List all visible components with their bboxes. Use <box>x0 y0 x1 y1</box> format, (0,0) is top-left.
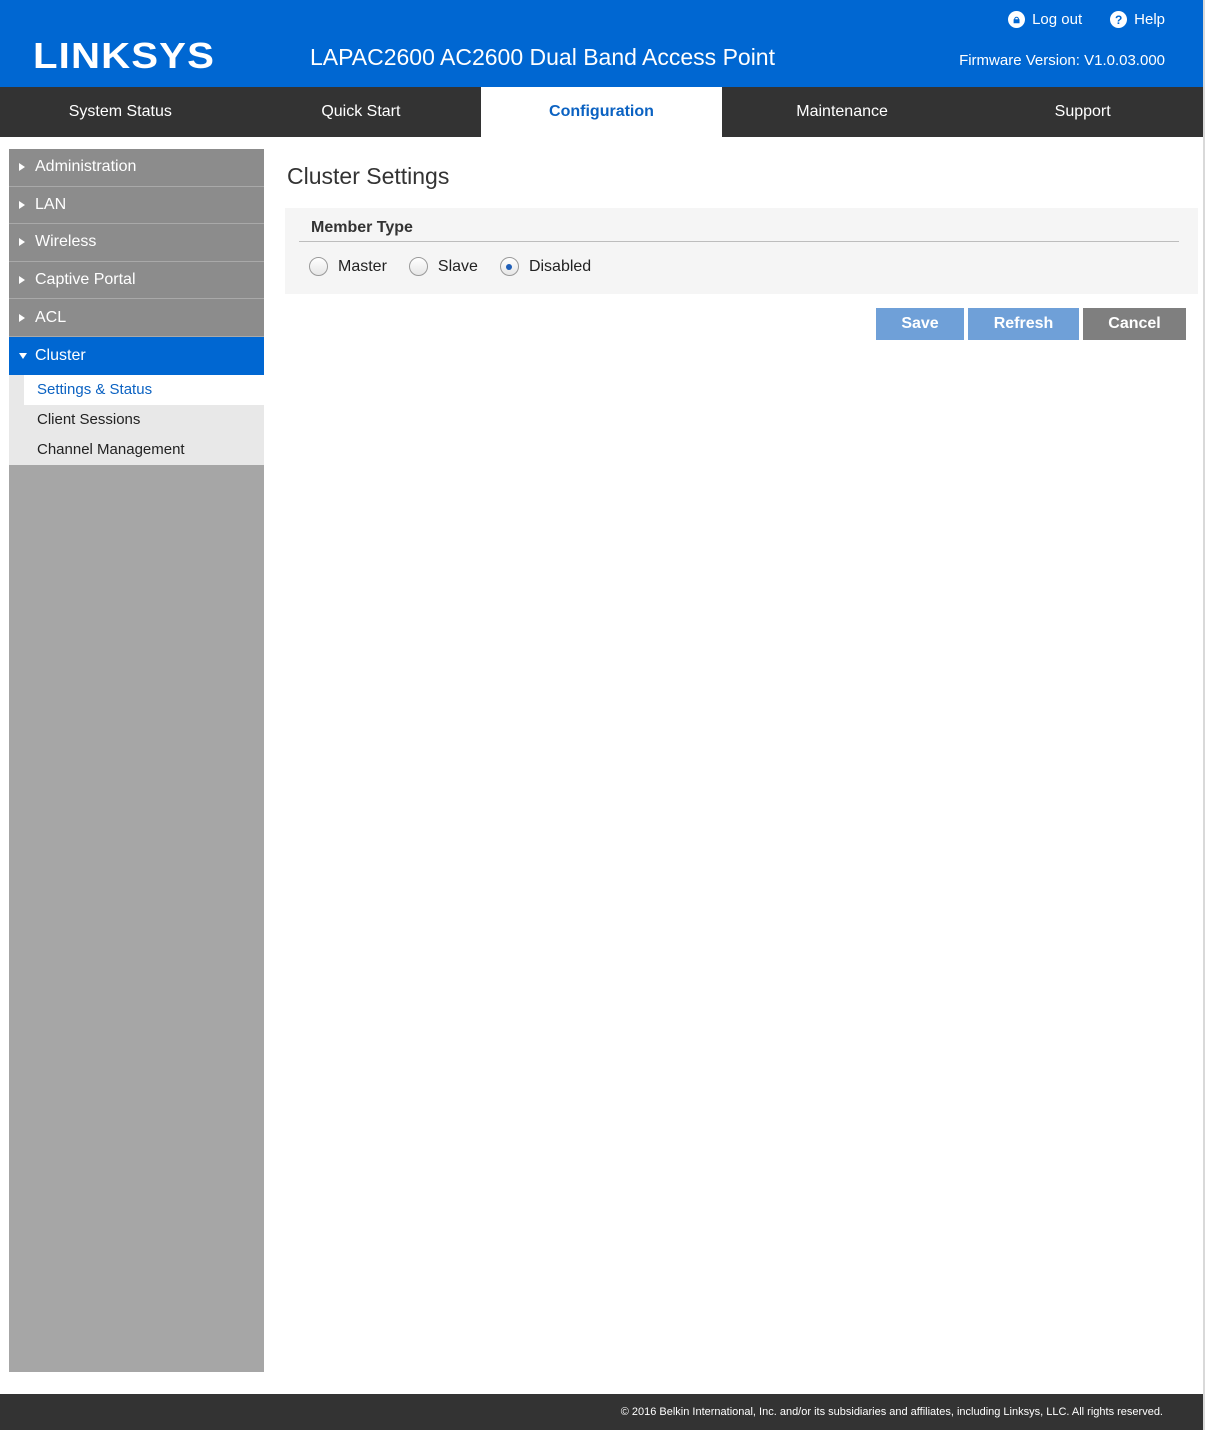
page-title: Cluster Settings <box>287 163 450 189</box>
caret-right-icon <box>19 313 25 322</box>
linksys-logo: LINKSYS <box>33 37 215 73</box>
radio-label: Slave <box>437 257 478 275</box>
tab-quick-start[interactable]: Quick Start <box>241 87 482 137</box>
cancel-button[interactable]: Cancel <box>1083 308 1186 340</box>
submenu-channel-management[interactable]: Channel Management <box>9 435 264 465</box>
product-title: LAPAC2600 AC2600 Dual Band Access Point <box>310 44 775 70</box>
sidebar-item-label: Wireless <box>35 233 97 251</box>
sidebar-item-label: Cluster <box>35 346 86 364</box>
submenu-client-sessions[interactable]: Client Sessions <box>9 405 264 435</box>
main-nav: System Status Quick Start Configuration … <box>0 87 1203 137</box>
logout-link[interactable]: 🔒︎ Log out <box>1008 11 1082 28</box>
logo-text: LINKSYS <box>33 37 215 73</box>
cluster-submenu: Settings & Status Client Sessions Channe… <box>9 374 264 465</box>
sidebar-item-wireless[interactable]: Wireless <box>9 224 264 262</box>
help-label: Help <box>1134 11 1165 28</box>
radio-button[interactable] <box>408 257 428 276</box>
sidebar-item-label: Administration <box>35 158 137 176</box>
sidebar-item-captive-portal[interactable]: Captive Portal <box>9 261 264 300</box>
radio-slave[interactable]: Slave <box>408 257 478 276</box>
sidebar-item-label: Captive Portal <box>35 271 136 289</box>
footer: © 2016 Belkin International, Inc. and/or… <box>0 1394 1203 1430</box>
sidebar-item-lan[interactable]: LAN <box>9 186 264 225</box>
radio-button[interactable] <box>309 257 328 276</box>
radio-disabled[interactable]: Disabled <box>499 257 592 276</box>
copyright-text: © 2016 Belkin International, Inc. and/or… <box>620 1406 1163 1418</box>
member-type-panel: Member Type Master Slave Disabled <box>285 208 1198 294</box>
tab-maintenance[interactable]: Maintenance <box>722 87 963 137</box>
member-type-heading: Member Type <box>311 219 413 236</box>
tab-support[interactable]: Support <box>962 87 1203 137</box>
firmware-version: Firmware Version: V1.0.03.000 <box>959 52 1165 69</box>
sidebar: Administration LAN Wireless Captive Port… <box>9 149 264 1372</box>
sidebar-item-acl[interactable]: ACL <box>9 299 264 337</box>
refresh-button[interactable]: Refresh <box>968 308 1079 340</box>
tab-system-status[interactable]: System Status <box>0 87 241 137</box>
caret-right-icon <box>19 238 25 247</box>
sidebar-item-label: ACL <box>35 308 67 326</box>
logout-label: Log out <box>1032 11 1083 28</box>
member-type-options: Master Slave Disabled <box>309 257 613 276</box>
caret-down-icon <box>19 352 27 359</box>
help-icon: ? <box>1110 11 1128 28</box>
radio-label: Master <box>338 257 387 275</box>
sidebar-item-cluster[interactable]: Cluster <box>9 336 264 375</box>
header: LINKSYS LAPAC2600 AC2600 Dual Band Acces… <box>0 0 1203 87</box>
lock-icon: 🔒︎ <box>1008 11 1026 28</box>
help-link[interactable]: ? Help <box>1110 11 1165 28</box>
radio-dot-icon <box>506 263 513 270</box>
caret-right-icon <box>19 163 25 172</box>
caret-right-icon <box>19 200 25 209</box>
sidebar-item-label: LAN <box>35 195 67 213</box>
submenu-settings-status[interactable]: Settings & Status <box>24 374 264 405</box>
divider <box>299 241 1179 242</box>
radio-master[interactable]: Master <box>309 257 387 276</box>
radio-label: Disabled <box>528 257 592 275</box>
sidebar-item-administration[interactable]: Administration <box>9 149 264 187</box>
tab-configuration[interactable]: Configuration <box>481 87 722 137</box>
radio-button-selected[interactable] <box>499 257 519 276</box>
save-button[interactable]: Save <box>876 308 964 340</box>
caret-right-icon <box>19 276 25 285</box>
top-links: 🔒︎ Log out ? Help <box>980 11 1165 28</box>
